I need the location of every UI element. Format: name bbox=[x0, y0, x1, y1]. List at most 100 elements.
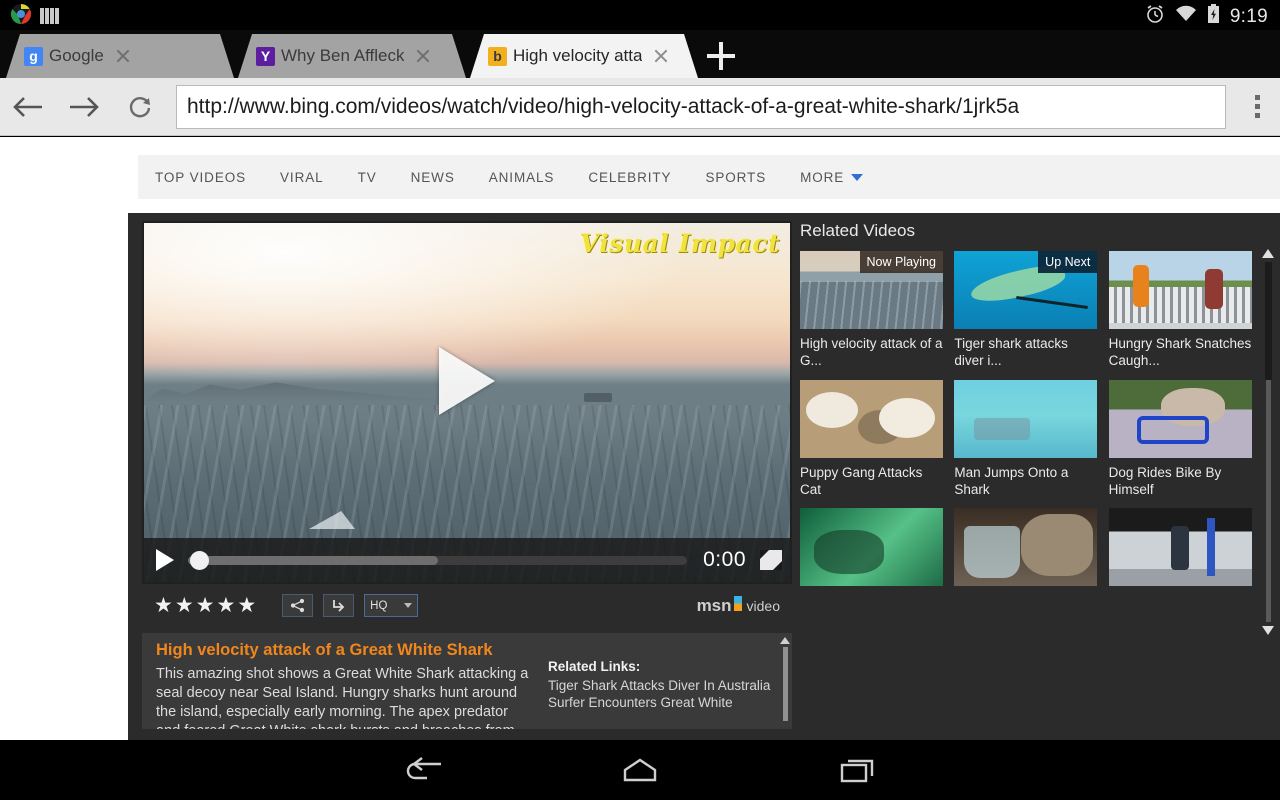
site-nav-animals[interactable]: ANIMALS bbox=[472, 170, 572, 185]
site-nav-celebrity[interactable]: CELEBRITY bbox=[571, 170, 688, 185]
browser-tab-yahoo[interactable]: Y Why Ben Affleck bbox=[238, 34, 466, 78]
new-tab-button[interactable] bbox=[707, 42, 735, 70]
related-video-card[interactable] bbox=[1108, 508, 1252, 587]
seek-bar[interactable] bbox=[188, 550, 688, 570]
play-triangle-icon[interactable] bbox=[439, 346, 495, 415]
yahoo-favicon: Y bbox=[256, 47, 275, 66]
video-thumbnail[interactable] bbox=[1108, 508, 1252, 587]
video-thumbnail[interactable] bbox=[800, 508, 943, 587]
tab-close-icon[interactable] bbox=[414, 47, 432, 65]
site-nav-sports[interactable]: SPORTS bbox=[688, 170, 783, 185]
related-video-title[interactable]: Puppy Gang Attacks Cat bbox=[800, 464, 943, 499]
tab-close-icon[interactable] bbox=[652, 47, 670, 65]
star-icon[interactable]: ★ bbox=[196, 595, 215, 616]
scroll-down-arrow-icon[interactable] bbox=[1262, 626, 1274, 635]
recents-nav-icon[interactable] bbox=[827, 752, 887, 788]
browser-tab-google[interactable]: g Google bbox=[6, 34, 234, 78]
home-nav-icon[interactable] bbox=[610, 752, 670, 788]
scrollbar-track[interactable] bbox=[1264, 262, 1272, 622]
forward-arrow-icon[interactable] bbox=[56, 78, 112, 136]
video-title: High velocity attack of a Great White Sh… bbox=[156, 641, 493, 659]
site-nav-more[interactable]: MORE bbox=[783, 170, 880, 185]
related-video-card[interactable]: Up Next Tiger shark attacks diver i... bbox=[954, 251, 1098, 370]
related-videos-heading: Related Videos bbox=[800, 221, 915, 240]
status-bar-right: 9:19 bbox=[1145, 4, 1268, 29]
url-text: http://www.bing.com/videos/watch/video/h… bbox=[187, 94, 1020, 118]
site-nav-viral[interactable]: VIRAL bbox=[263, 170, 341, 185]
quality-dropdown[interactable]: HQ bbox=[364, 594, 419, 617]
back-nav-icon[interactable] bbox=[394, 752, 454, 788]
related-video-card[interactable]: Now Playing High velocity attack of a G.… bbox=[800, 251, 943, 370]
wifi-icon bbox=[1175, 5, 1197, 28]
thumbnail-art bbox=[1108, 508, 1252, 587]
embed-arrow-icon[interactable] bbox=[323, 594, 355, 617]
video-thumbnail[interactable] bbox=[1108, 251, 1252, 329]
seek-handle[interactable] bbox=[190, 550, 209, 570]
poster-boat bbox=[584, 393, 612, 402]
msn-flag-icon bbox=[733, 595, 742, 611]
related-video-card[interactable]: Puppy Gang Attacks Cat bbox=[800, 379, 943, 499]
visual-impact-watermark: Visual Impact bbox=[579, 229, 780, 258]
related-video-title[interactable]: High velocity attack of a G... bbox=[800, 335, 943, 370]
overflow-menu-icon[interactable] bbox=[1234, 78, 1280, 136]
site-nav-tv[interactable]: TV bbox=[341, 170, 394, 185]
video-thumbnail[interactable] bbox=[1108, 379, 1252, 458]
share-icon[interactable] bbox=[282, 594, 314, 617]
related-video-card[interactable] bbox=[800, 508, 943, 587]
related-video-title[interactable]: Tiger shark attacks diver i... bbox=[954, 335, 1097, 370]
related-video-card[interactable]: Hungry Shark Snatches Caugh... bbox=[1108, 251, 1252, 370]
related-video-card[interactable] bbox=[954, 508, 1098, 587]
up-next-badge: Up Next bbox=[1038, 251, 1098, 273]
status-bar-clock: 9:19 bbox=[1229, 5, 1268, 27]
player-controls: 0:00 bbox=[144, 538, 790, 582]
reload-icon[interactable] bbox=[112, 78, 168, 136]
video-thumbnail[interactable] bbox=[954, 508, 1098, 587]
now-playing-badge: Now Playing bbox=[859, 251, 943, 273]
tab-close-icon[interactable] bbox=[114, 47, 132, 65]
star-icon[interactable]: ★ bbox=[175, 595, 194, 616]
video-thumbnail[interactable]: Now Playing bbox=[800, 251, 943, 329]
play-icon[interactable] bbox=[156, 549, 174, 571]
video-description: This amazing shot shows a Great White Sh… bbox=[156, 666, 529, 729]
site-nav-top-videos[interactable]: TOP VIDEOS bbox=[138, 170, 263, 185]
site-nav-news[interactable]: NEWS bbox=[394, 170, 472, 185]
related-links-header: Related Links: bbox=[548, 659, 641, 674]
related-video-card[interactable]: Dog Rides Bike By Himself bbox=[1108, 379, 1252, 499]
related-video-title[interactable]: Dog Rides Bike By Himself bbox=[1109, 464, 1252, 499]
star-icon[interactable]: ★ bbox=[216, 595, 235, 616]
tab-title: Why Ben Affleck bbox=[281, 46, 405, 65]
page-viewport: TOP VIDEOS VIRAL TV NEWS ANIMALS CELEBRI… bbox=[0, 137, 1280, 740]
scrollbar-thumb[interactable] bbox=[1264, 262, 1272, 380]
related-videos-scrollbar[interactable] bbox=[1262, 249, 1274, 635]
chrome-logo-icon bbox=[10, 3, 32, 25]
related-link-item[interactable]: Tiger Shark Attacks Diver In Australia bbox=[548, 677, 772, 694]
related-link-item[interactable]: Surfer Encounters Great White bbox=[548, 694, 772, 711]
seek-loaded bbox=[188, 555, 438, 565]
browser-tab-bing[interactable]: b High velocity atta bbox=[470, 34, 698, 78]
related-video-title[interactable]: Man Jumps Onto a Shark bbox=[954, 464, 1097, 499]
tab-strip: g Google Y Why Ben Affleck b High veloci… bbox=[0, 30, 1280, 78]
star-rating[interactable]: ★ ★ ★ ★ ★ bbox=[154, 595, 256, 616]
related-video-card[interactable]: Man Jumps Onto a Shark bbox=[954, 379, 1098, 499]
msn-brand-suffix: video bbox=[746, 597, 780, 614]
scroll-up-arrow-icon[interactable] bbox=[1262, 249, 1274, 258]
content-area: Visual Impact www.visuals.tv 0:00 ★ ★ bbox=[128, 213, 1280, 740]
video-player[interactable]: Visual Impact www.visuals.tv 0:00 bbox=[142, 221, 792, 584]
chevron-down-icon bbox=[851, 173, 864, 181]
google-favicon: g bbox=[24, 47, 43, 66]
status-bar: 9:19 bbox=[0, 0, 1280, 30]
site-nav-more-label: MORE bbox=[800, 169, 845, 185]
star-icon[interactable]: ★ bbox=[154, 595, 173, 616]
description-scrollbar[interactable] bbox=[780, 637, 790, 725]
back-arrow-icon[interactable] bbox=[0, 78, 56, 136]
related-video-title[interactable]: Hungry Shark Snatches Caugh... bbox=[1109, 335, 1252, 370]
fullscreen-icon[interactable] bbox=[760, 550, 782, 570]
thumbnail-art bbox=[800, 379, 943, 458]
star-icon[interactable]: ★ bbox=[237, 595, 256, 616]
video-thumbnail[interactable] bbox=[954, 379, 1098, 458]
video-thumbnail[interactable]: Up Next bbox=[954, 251, 1098, 329]
scroll-up-arrow-icon[interactable] bbox=[780, 637, 790, 644]
scrollbar-track[interactable] bbox=[782, 647, 788, 721]
video-thumbnail[interactable] bbox=[800, 379, 943, 458]
url-bar[interactable]: http://www.bing.com/videos/watch/video/h… bbox=[176, 84, 1226, 129]
